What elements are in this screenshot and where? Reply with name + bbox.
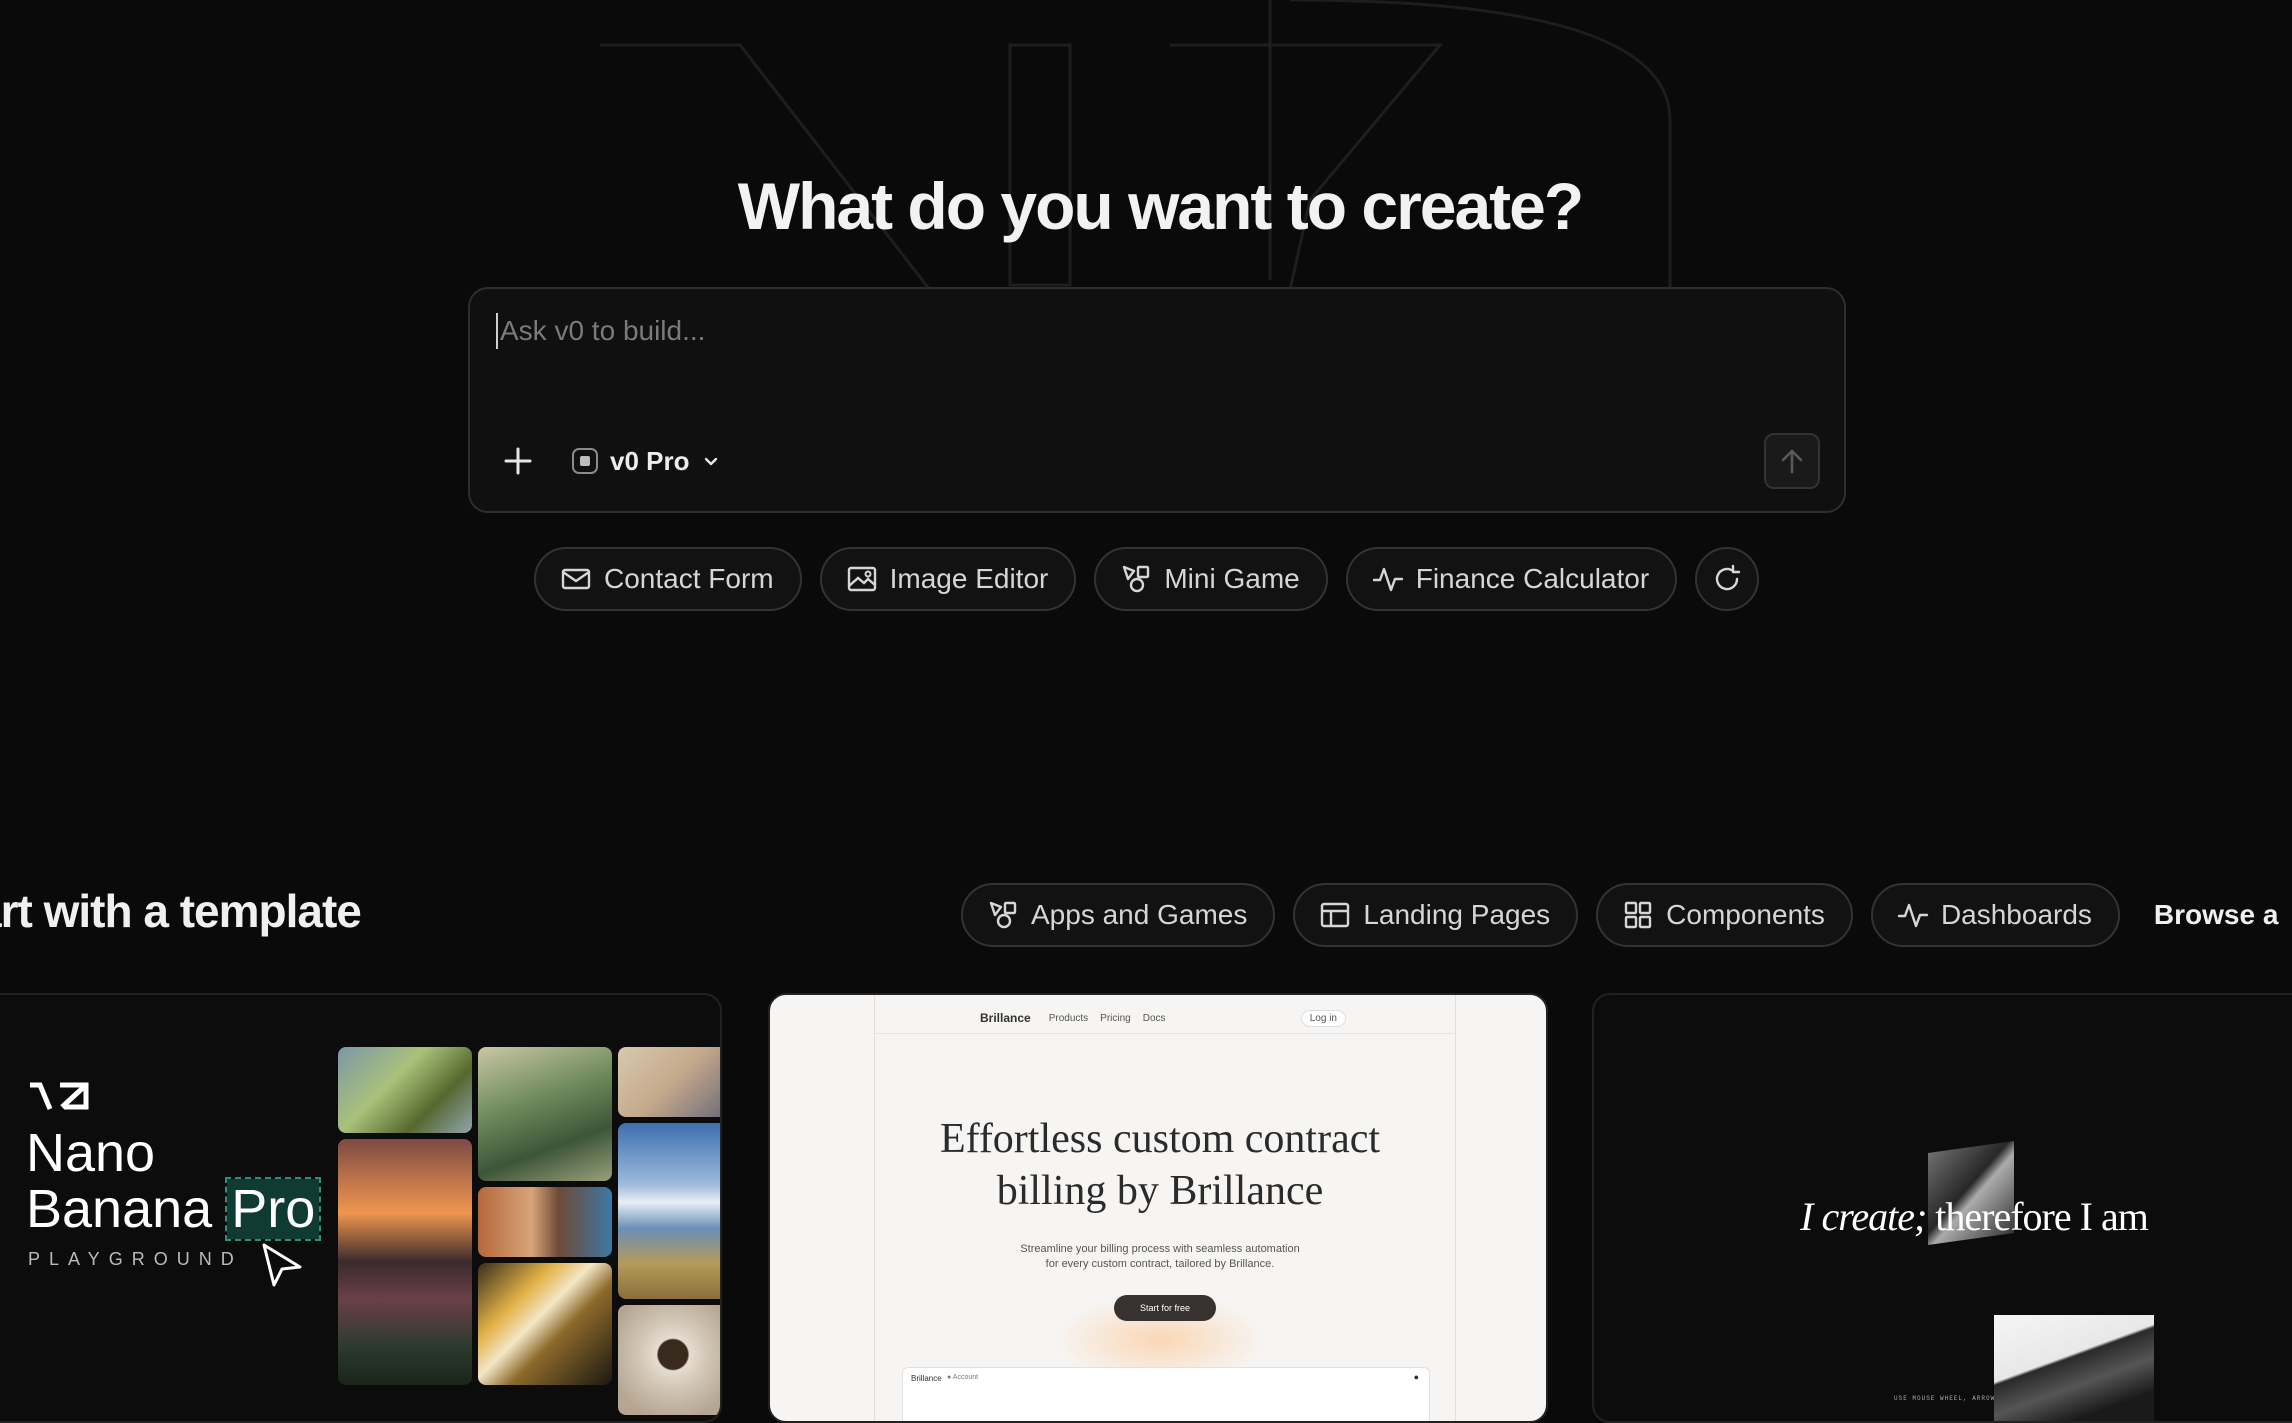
brillance-description: Streamline your billing process with sea… [770, 1242, 1546, 1272]
activity-icon [1897, 903, 1929, 928]
v0-logo [30, 1082, 89, 1110]
headline-line1: Effortless custom contract [939, 1116, 1381, 1162]
background-logo [600, 0, 1672, 291]
suggestion-image-editor[interactable]: Image Editor [819, 547, 1077, 611]
send-button[interactable] [1764, 433, 1820, 489]
nav-products: Products [1048, 1012, 1089, 1024]
photo-tile-nails [618, 1047, 720, 1117]
cursor-icon [262, 1243, 302, 1287]
shapes-icon [989, 901, 1017, 929]
filter-components[interactable]: Components [1596, 883, 1853, 947]
chevron-down-icon [704, 457, 717, 466]
grid-icon [1624, 901, 1652, 929]
arrow-up-icon [1781, 449, 1803, 474]
nano-subtitle: PLAYGROUND [28, 1249, 243, 1269]
photo-tile-coffee [618, 1305, 720, 1415]
suggestion-mini-game[interactable]: Mini Game [1094, 547, 1328, 611]
suggestion-label: Finance Calculator [1415, 563, 1650, 594]
brillance-nav: Brillance Products Pricing Docs Log in [980, 1005, 1346, 1031]
browse-all-link[interactable]: Browse a [2154, 899, 2279, 931]
filter-dashboards[interactable]: Dashboards [1870, 883, 2120, 947]
template-card-nano-banana[interactable]: Nano Banana Pro PLAYGROUND [0, 993, 722, 1423]
login-button: Log in [1300, 1009, 1346, 1027]
brillance-headline: Effortless custom contract billing by Br… [770, 1113, 1546, 1217]
filter-label: Apps and Games [1031, 899, 1248, 930]
nano-line1: Nano [26, 1123, 156, 1183]
photo-tile-clouds [618, 1123, 720, 1299]
cta-button: Start for free [1114, 1295, 1216, 1321]
shapes-icon [1123, 565, 1150, 593]
desc-line1: Streamline your billing process with sea… [1020, 1243, 1300, 1255]
prompt-box[interactable]: Ask v0 to build... v0 Pro [468, 287, 1846, 513]
nano-pro-highlight: Pro [225, 1177, 322, 1241]
suggestion-contact-form[interactable]: Contact Form [534, 547, 802, 611]
photo-tile-painting [478, 1047, 612, 1181]
brillance-brand: Brillance [980, 1011, 1031, 1025]
photo-tile-leaves [338, 1047, 472, 1133]
suggestion-label: Mini Game [1164, 563, 1300, 594]
image-icon [847, 566, 876, 592]
camera-image [1994, 1315, 2154, 1421]
prompt-input[interactable]: Ask v0 to build... [496, 313, 705, 349]
filter-label: Components [1666, 899, 1825, 930]
suggestion-finance-calculator[interactable]: Finance Calculator [1345, 547, 1678, 611]
nano-banana: Banana [26, 1179, 213, 1239]
brillance-nav-divider [874, 1033, 1454, 1034]
create-headline: I create; therefore I am [1594, 1193, 2292, 1240]
preview-account-label: Account [952, 1374, 979, 1381]
filter-label: Dashboards [1940, 899, 2092, 930]
bell-icon: ● [1413, 1372, 1419, 1382]
templates-title: art with a template [0, 885, 362, 937]
photo-tile-bottles [478, 1263, 612, 1385]
brillance-preview: Brillance ● Account ● [902, 1367, 1430, 1421]
refresh-icon [1716, 564, 1741, 591]
create-rest: therefore I am [1935, 1194, 2149, 1239]
suggestion-list: Contact Form Image Editor Mini Game Fina… [534, 547, 1760, 611]
add-attachment-button[interactable] [498, 441, 538, 481]
plus-icon [504, 447, 532, 475]
photo-tile-people [478, 1187, 612, 1257]
preview-brand: Brillance [911, 1374, 942, 1383]
template-filters: Apps and Games Landing Pages Components … [961, 883, 2278, 947]
nano-line2: Banana Pro [26, 1177, 322, 1241]
desc-line2: for every custom contract, tailored by B… [1045, 1258, 1275, 1270]
template-card-i-create[interactable]: I create; therefore I am USE MOUSE WHEEL… [1592, 993, 2292, 1423]
suggestion-label: Contact Form [604, 563, 774, 594]
filter-apps-and-games[interactable]: Apps and Games [961, 883, 1276, 947]
mail-icon [561, 568, 591, 590]
model-selector[interactable]: v0 Pro [572, 439, 720, 483]
page-title: What do you want to create? [737, 169, 1584, 243]
refresh-suggestions-button[interactable] [1695, 547, 1760, 611]
model-label: v0 Pro [610, 445, 690, 476]
layout-icon [1321, 902, 1350, 928]
model-icon [572, 448, 598, 474]
filter-landing-pages[interactable]: Landing Pages [1293, 883, 1579, 947]
suggestion-label: Image Editor [889, 563, 1049, 594]
filter-label: Landing Pages [1363, 899, 1551, 930]
preview-account: ● Account [947, 1374, 979, 1381]
headline-line2: billing by Brillance [996, 1168, 1324, 1214]
create-italic: I create; [1800, 1194, 1927, 1239]
template-card-brillance[interactable]: Brillance Products Pricing Docs Log in E… [768, 993, 1548, 1423]
nav-pricing: Pricing [1100, 1012, 1131, 1024]
photo-tile-mountain-sunset [338, 1139, 472, 1385]
activity-icon [1372, 567, 1403, 592]
nav-docs: Docs [1142, 1012, 1166, 1024]
nano-title: Nano Banana Pro [26, 1123, 322, 1241]
